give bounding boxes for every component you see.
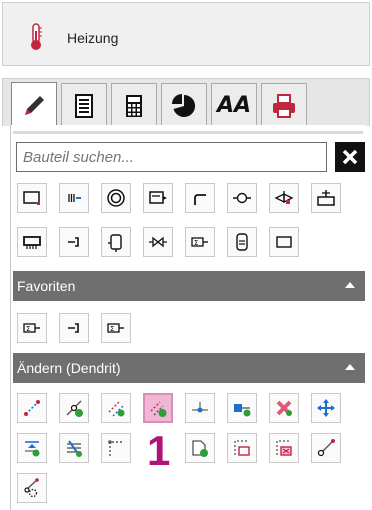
floor-heating-icon: [23, 236, 41, 249]
edit-tool[interactable]: [17, 433, 47, 463]
connector-icon: [68, 237, 79, 247]
divider: [13, 131, 363, 134]
sheet-add-icon: [192, 440, 208, 457]
tab-text-style[interactable]: AA: [211, 83, 257, 127]
search-input[interactable]: [16, 142, 327, 172]
storage-cylinder-icon: [236, 233, 248, 251]
text-style-icon: AA: [216, 93, 252, 118]
section-aendern-label: Ändern (Dendrit): [17, 360, 121, 376]
connector-icon: [68, 323, 79, 333]
callout-number: 1: [147, 427, 171, 474]
section-aendern[interactable]: Ändern (Dendrit): [13, 353, 365, 383]
clear-search-button[interactable]: [335, 142, 365, 172]
edit-tool[interactable]: [311, 393, 341, 423]
tab-calculator[interactable]: [111, 83, 157, 127]
component-tool[interactable]: [59, 227, 89, 257]
edit-tool[interactable]: [17, 393, 47, 423]
tab-chart[interactable]: [161, 83, 207, 127]
draw-line-icon: [24, 400, 40, 416]
motor-valve-icon: [274, 191, 294, 204]
circle-ring-icon: [107, 189, 125, 207]
favorite-tool[interactable]: Σ: [101, 313, 131, 343]
svg-text:Σ: Σ: [110, 325, 114, 333]
edit-tool[interactable]: [101, 393, 131, 423]
component-tool[interactable]: [311, 183, 341, 213]
svg-text:Σ: Σ: [194, 239, 198, 247]
component-tool[interactable]: [185, 183, 215, 213]
edit-tool[interactable]: [185, 393, 215, 423]
extend-line-icon: [317, 439, 335, 457]
rectangle-icon: [276, 236, 292, 248]
region-delete-icon: [276, 440, 292, 456]
insert-component-icon: [234, 404, 251, 417]
boiler-icon: [23, 191, 40, 205]
thermometer-icon: [31, 23, 42, 50]
expansion-vessel-icon: [108, 234, 122, 252]
component-tool[interactable]: [101, 227, 131, 257]
close-icon: [342, 149, 358, 165]
page-title: Heizung: [67, 30, 119, 46]
pump-box-icon: [149, 191, 167, 204]
sum-connector-icon: Σ: [23, 323, 40, 333]
edit-tool[interactable]: [17, 473, 47, 503]
edit-tool[interactable]: [269, 393, 299, 423]
delete-icon: [276, 400, 292, 416]
component-tool[interactable]: [17, 227, 47, 257]
section-favoriten[interactable]: Favoriten: [13, 271, 365, 301]
section-favoriten-label: Favoriten: [17, 278, 76, 294]
settings-line-icon: [24, 478, 39, 498]
pie-chart-icon: [172, 93, 196, 117]
chevron-up-icon: [345, 364, 355, 370]
component-tool[interactable]: [227, 183, 257, 213]
edit-tool[interactable]: [227, 393, 257, 423]
edit-tool[interactable]: [269, 433, 299, 463]
edit-tool[interactable]: [227, 433, 257, 463]
parallel-lines-icon: [108, 401, 125, 417]
tab-print[interactable]: [261, 83, 307, 127]
tab-list[interactable]: [61, 83, 107, 127]
tee-junction-icon: [192, 402, 208, 413]
parallel-lines-add-icon: [150, 401, 167, 417]
component-tool[interactable]: [143, 183, 173, 213]
component-tool[interactable]: [269, 183, 299, 213]
edit-tool-selected[interactable]: [143, 393, 173, 423]
component-tool[interactable]: [227, 227, 257, 257]
component-tool[interactable]: [269, 227, 299, 257]
move-icon: [317, 399, 335, 417]
sum-connector-icon: Σ: [191, 237, 208, 247]
pencil-icon: [25, 95, 44, 115]
tab-draw[interactable]: [11, 82, 57, 128]
gate-valve-icon: [149, 236, 167, 248]
svg-text:Σ: Σ: [26, 325, 30, 333]
pipe-bend-icon: [194, 194, 206, 205]
tab-strip: AA: [2, 78, 370, 128]
component-panel: Σ Favoriten Σ Σ Ändern (Dendrit): [10, 125, 366, 510]
radiator-icon: [68, 194, 81, 202]
component-tool[interactable]: [101, 183, 131, 213]
edit-tool[interactable]: [59, 433, 89, 463]
edit-tool[interactable]: [311, 433, 341, 463]
component-tool[interactable]: [17, 183, 47, 213]
edit-tool[interactable]: [59, 393, 89, 423]
component-tool[interactable]: Σ: [185, 227, 215, 257]
align-icon: [25, 441, 40, 457]
region-edit-icon: [234, 440, 250, 456]
notebook-icon: [75, 93, 93, 118]
add-node-icon: [66, 400, 83, 417]
component-tool[interactable]: [59, 183, 89, 213]
chevron-up-icon: [345, 282, 355, 288]
favorite-tool[interactable]: [59, 313, 89, 343]
calculator-icon: [126, 94, 142, 117]
printer-icon: [273, 93, 295, 118]
sum-connector-icon: Σ: [107, 323, 124, 333]
tank-icon: [317, 190, 335, 206]
component-tool[interactable]: [143, 227, 173, 257]
app-header: Heizung: [2, 2, 370, 66]
edit-tool[interactable]: [185, 433, 215, 463]
edit-tool[interactable]: [101, 433, 131, 463]
favorite-tool[interactable]: Σ: [17, 313, 47, 343]
corner-line-icon: [108, 440, 124, 456]
swap-lines-icon: [67, 440, 82, 457]
valve-circle-icon: [233, 192, 251, 204]
